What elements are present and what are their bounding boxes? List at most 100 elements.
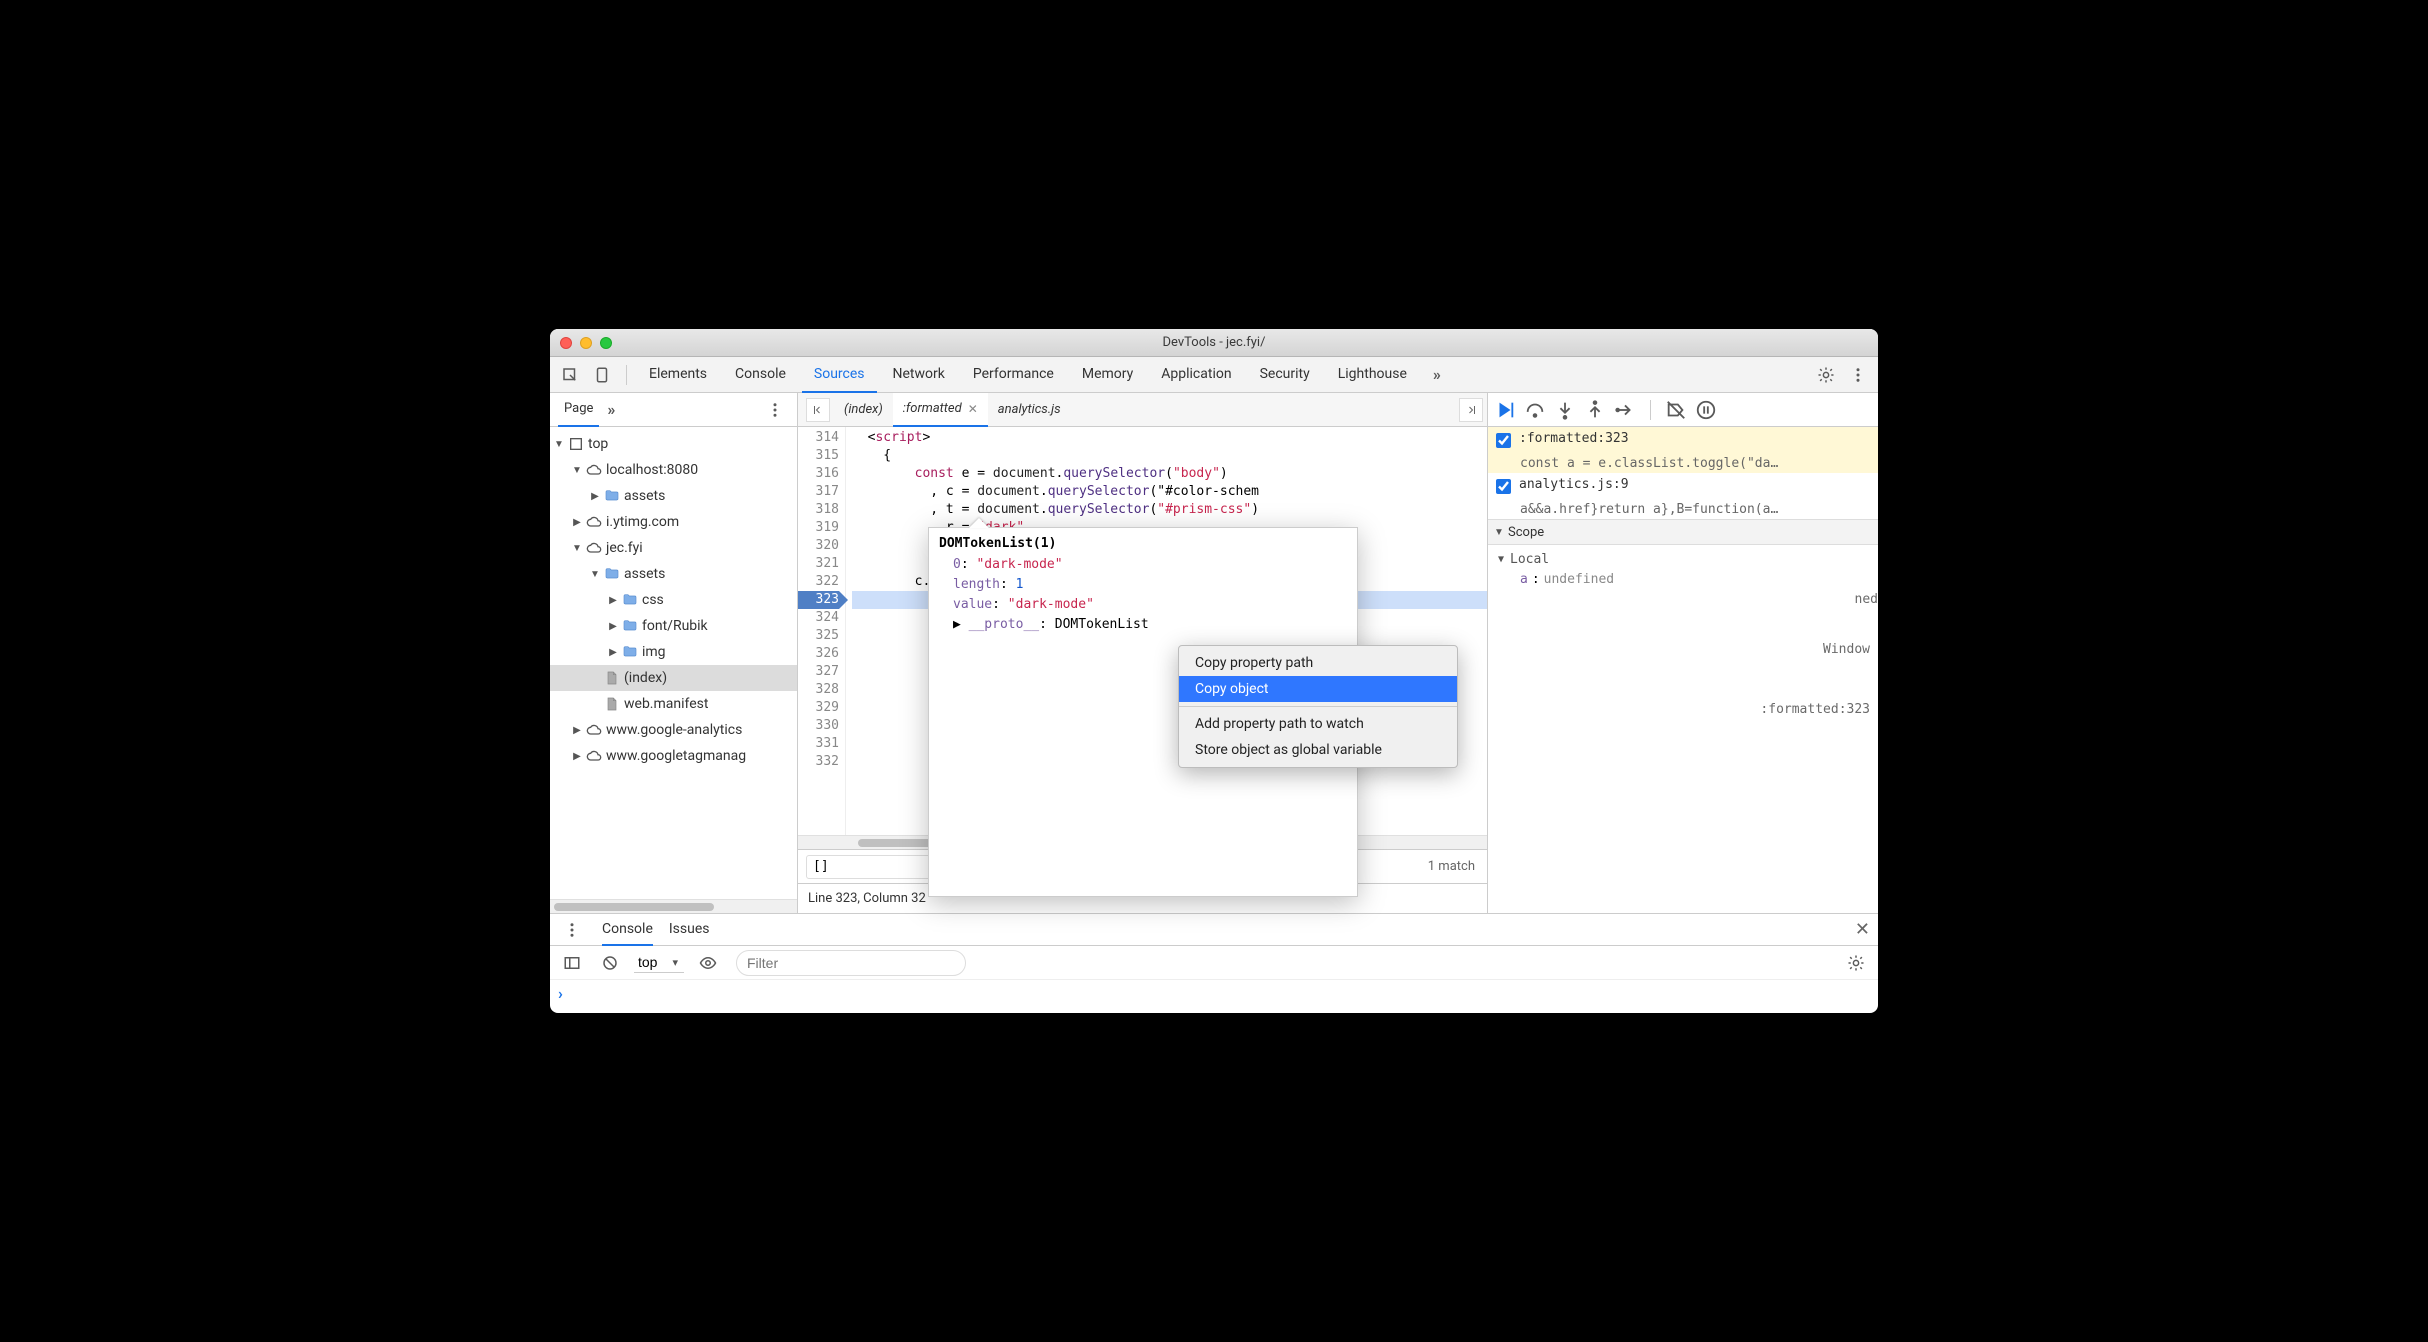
context-select[interactable]: top: [634, 952, 684, 973]
tab-performance[interactable]: Performance: [961, 357, 1066, 393]
breakpoint-name: :formatted:323: [1519, 431, 1629, 446]
separator: [626, 365, 627, 385]
tab-console[interactable]: Console: [723, 357, 798, 393]
file-tab-label: (index): [844, 402, 883, 417]
tab-memory[interactable]: Memory: [1070, 357, 1145, 393]
tree-item[interactable]: ▶img: [550, 639, 797, 665]
context-menu-item[interactable]: Copy object: [1179, 676, 1457, 702]
tab-network[interactable]: Network: [881, 357, 957, 393]
tree-item[interactable]: ▶www.google-analytics: [550, 717, 797, 743]
settings-gear-icon[interactable]: [1812, 361, 1840, 389]
tree-item[interactable]: web.manifest: [550, 691, 797, 717]
tree-item[interactable]: ▶www.googletagmanag: [550, 743, 797, 769]
close-drawer-icon[interactable]: ✕: [1855, 919, 1870, 940]
scope-section-header[interactable]: ▼Scope: [1488, 519, 1878, 545]
scope-local-label[interactable]: Local: [1510, 552, 1549, 567]
file-tab-formatted[interactable]: :formatted ✕: [893, 393, 988, 427]
source-editor: (index) :formatted ✕ analytics.js 3143153…: [798, 393, 1488, 913]
live-expression-icon[interactable]: [694, 949, 722, 977]
global-label: Window: [1823, 642, 1870, 657]
tree-scrollbar[interactable]: [550, 899, 797, 913]
context-menu-item[interactable]: Copy property path: [1179, 650, 1457, 676]
more-tabs-icon[interactable]: »: [1423, 361, 1451, 389]
file-tab-label: :formatted: [903, 401, 962, 416]
tree-item[interactable]: ▶css: [550, 587, 797, 613]
tab-sources[interactable]: Sources: [802, 357, 877, 393]
console-toolbar: top: [550, 946, 1878, 980]
navigator-kebab-icon[interactable]: [761, 396, 789, 424]
main-tabs-row: Elements Console Sources Network Perform…: [550, 357, 1878, 393]
scope-body: ▼Local a: undefined ned Window :formatte…: [1488, 545, 1878, 723]
pause-on-exceptions-icon[interactable]: [1695, 399, 1717, 421]
console-sidebar-icon[interactable]: [558, 949, 586, 977]
line-gutter[interactable]: 3143153163173183193203213223233243253263…: [798, 427, 846, 835]
tree-item[interactable]: ▼jec.fyi: [550, 535, 797, 561]
filter-input[interactable]: [736, 950, 966, 976]
tree-item[interactable]: ▶assets: [550, 483, 797, 509]
context-menu: Copy property pathCopy object Add propert…: [1178, 645, 1458, 768]
step-into-icon[interactable]: [1554, 399, 1576, 421]
callstack-entry[interactable]: :formatted:323: [1760, 702, 1870, 717]
tree-item[interactable]: ▼assets: [550, 561, 797, 587]
close-icon[interactable]: ✕: [968, 402, 978, 416]
nav-back-icon[interactable]: [806, 398, 830, 422]
breakpoint-item[interactable]: analytics.js:9 a&&a.href}return a},B=fun…: [1488, 473, 1878, 519]
file-tabs: (index) :formatted ✕ analytics.js: [798, 393, 1487, 427]
breakpoint-checkbox[interactable]: [1496, 433, 1511, 448]
file-tab-index[interactable]: (index): [834, 393, 893, 427]
device-toolbar-icon[interactable]: [588, 361, 616, 389]
step-over-icon[interactable]: [1524, 399, 1546, 421]
drawer-tab-console[interactable]: Console: [602, 914, 653, 946]
inspect-icon[interactable]: [556, 361, 584, 389]
var-value: undefined: [1544, 572, 1614, 587]
context-menu-item[interactable]: Add property path to watch: [1179, 711, 1457, 737]
match-count: 1 match: [1428, 859, 1475, 874]
prompt-chevron-icon: ›: [558, 984, 563, 1003]
left-navigator: Page » ▼top▼localhost:8080▶assets▶i.ytim…: [550, 393, 798, 913]
cursor-position: Line 323, Column 32: [808, 891, 926, 906]
tree-item[interactable]: ▼top: [550, 431, 797, 457]
tree-item[interactable]: ▶font/Rubik: [550, 613, 797, 639]
context-menu-item[interactable]: Store object as global variable: [1179, 737, 1457, 763]
step-icon[interactable]: [1614, 399, 1636, 421]
tab-lighthouse[interactable]: Lighthouse: [1326, 357, 1419, 393]
console-settings-icon[interactable]: [1842, 949, 1870, 977]
nav-forward-icon[interactable]: [1459, 398, 1483, 422]
breakpoint-code: const a = e.classList.toggle("da…: [1496, 456, 1870, 471]
tab-elements[interactable]: Elements: [637, 357, 719, 393]
file-tree[interactable]: ▼top▼localhost:8080▶assets▶i.ytimg.com▼j…: [550, 427, 797, 899]
drawer-kebab-icon[interactable]: [558, 916, 586, 944]
file-tab-analytics[interactable]: analytics.js: [988, 393, 1071, 427]
tree-item[interactable]: ▶i.ytimg.com: [550, 509, 797, 535]
window-title: DevTools - jec.fyi/: [550, 335, 1878, 350]
popover-title: DOMTokenList(1): [939, 536, 1347, 551]
debugger-panel: :formatted:323 const a = e.classList.tog…: [1488, 393, 1878, 913]
tree-item[interactable]: (index): [550, 665, 797, 691]
context-selector[interactable]: top: [634, 952, 684, 973]
console-prompt[interactable]: ›: [550, 980, 1878, 1007]
kebab-menu-icon[interactable]: [1844, 361, 1872, 389]
breakpoint-name: analytics.js:9: [1519, 477, 1629, 492]
page-tab[interactable]: Page: [558, 393, 599, 427]
section-label: Scope: [1508, 525, 1544, 540]
tab-application[interactable]: Application: [1149, 357, 1243, 393]
breakpoint-code: a&&a.href}return a},B=function(a…: [1496, 502, 1870, 517]
tab-security[interactable]: Security: [1248, 357, 1322, 393]
left-header: Page »: [550, 393, 797, 427]
file-tab-label: analytics.js: [998, 402, 1061, 417]
drawer-tab-issues[interactable]: Issues: [669, 914, 710, 946]
drawer-tabs: Console Issues ✕: [550, 914, 1878, 946]
breakpoint-checkbox[interactable]: [1496, 479, 1511, 494]
clear-console-icon[interactable]: [596, 949, 624, 977]
main-area: Page » ▼top▼localhost:8080▶assets▶i.ytim…: [550, 393, 1878, 913]
separator: [1650, 400, 1651, 420]
tree-item[interactable]: ▼localhost:8080: [550, 457, 797, 483]
devtools-window: DevTools - jec.fyi/ Elements Console Sou…: [550, 329, 1878, 1013]
breakpoint-item[interactable]: :formatted:323 const a = e.classList.tog…: [1488, 427, 1878, 473]
resume-icon[interactable]: [1494, 399, 1516, 421]
deactivate-breakpoints-icon[interactable]: [1665, 399, 1687, 421]
step-out-icon[interactable]: [1584, 399, 1606, 421]
more-nav-icon[interactable]: »: [607, 400, 615, 419]
debugger-toolbar: [1488, 393, 1878, 427]
var-value-tail: ned: [1855, 592, 1878, 607]
